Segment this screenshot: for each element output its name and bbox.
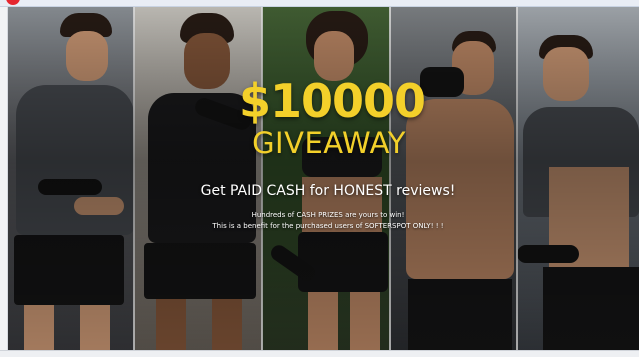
giveaway-banner[interactable]: $10000 GIVEAWAY Get PAID CASH for HONEST…	[8, 7, 639, 350]
bottom-frame-edge	[0, 350, 639, 357]
browser-top-strip	[0, 0, 639, 7]
giveaway-title: GIVEAWAY	[252, 126, 406, 160]
giveaway-amount: $10000	[239, 74, 426, 128]
banner-headline: Get PAID CASH for HONEST reviews!	[200, 183, 456, 199]
banner-subline-2: This is a benefit for the purchased user…	[212, 222, 444, 230]
dark-overlay	[8, 7, 639, 350]
banner-subline-1: Hundreds of CASH PRIZES are yours to win…	[251, 211, 405, 219]
left-frame-edge	[0, 7, 8, 350]
